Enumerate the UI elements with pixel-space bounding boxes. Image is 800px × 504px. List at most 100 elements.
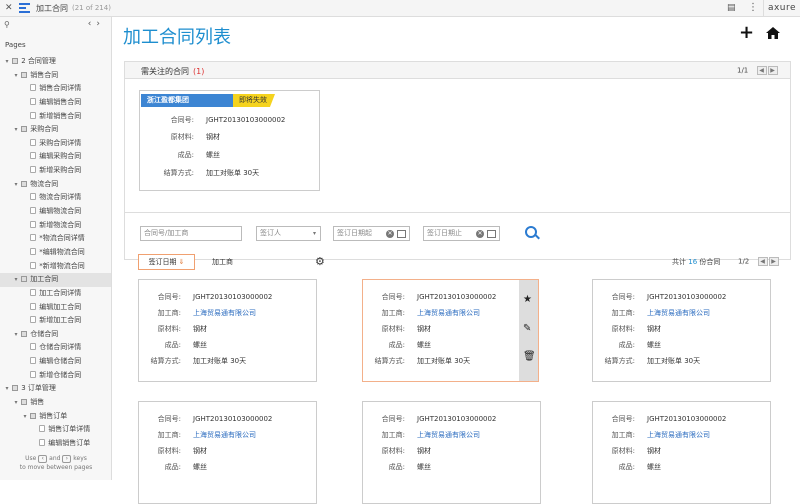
tree-page[interactable]: 新增物流合同 xyxy=(0,219,111,233)
collapse-toggle-icon[interactable]: ▾ xyxy=(4,55,10,69)
top-toolbar: ✕ 加工合同 (21 of 214) ▤ ⋮ axure xyxy=(0,0,800,17)
edit-icon[interactable]: ✎ xyxy=(523,323,531,334)
next-page-button[interactable]: ▶ xyxy=(767,66,778,75)
calendar-icon[interactable] xyxy=(487,230,496,238)
field-label: 成品: xyxy=(618,341,635,349)
collapse-toggle-icon[interactable]: ▾ xyxy=(13,396,19,410)
collapse-toggle-icon[interactable]: ▾ xyxy=(13,328,19,342)
plus-icon[interactable]: + xyxy=(739,22,754,43)
signer-select[interactable]: 签订人 ▾ xyxy=(256,226,321,241)
card-field-row: 加工商: 上海贸易通有限公司 xyxy=(593,308,710,318)
tree-page[interactable]: 编辑物流合同 xyxy=(0,205,111,219)
tree-page[interactable]: 编辑销售合同 xyxy=(0,96,111,110)
collapse-toggle-icon[interactable]: ▾ xyxy=(13,273,19,287)
tree-folder[interactable]: ▾ 3 订单管理 xyxy=(0,382,111,396)
search-icon[interactable]: ⚲ xyxy=(4,20,10,29)
tree-item-label: 销售订单 xyxy=(39,411,68,420)
card-action-bar: ★ ✎ 🗑 xyxy=(519,280,538,381)
tree-page[interactable]: 编辑加工合同 xyxy=(0,301,111,315)
calendar-icon[interactable] xyxy=(397,230,406,238)
star-icon[interactable]: ★ xyxy=(523,294,532,305)
tree-page[interactable]: 新增采购合同 xyxy=(0,164,111,178)
tree-page[interactable]: 销售订单详情 xyxy=(0,423,111,437)
field-value[interactable]: 上海贸易通有限公司 xyxy=(417,431,480,439)
clear-icon[interactable]: ✕ xyxy=(476,230,484,238)
tree-folder[interactable]: ▾ 2 合同管理 xyxy=(0,55,111,69)
close-icon[interactable]: ✕ xyxy=(5,3,13,13)
tree-page[interactable]: 销售合同详情 xyxy=(0,82,111,96)
collapse-toggle-icon[interactable]: ▾ xyxy=(22,410,28,424)
folder-icon xyxy=(30,412,37,419)
tree-page[interactable]: 编辑销售订单 xyxy=(0,437,111,451)
tree-page[interactable]: 编辑采购合同 xyxy=(0,150,111,164)
collapse-toggle-icon[interactable]: ▾ xyxy=(13,178,19,192)
field-value[interactable]: 上海贸易通有限公司 xyxy=(417,309,480,317)
folder-icon xyxy=(21,126,28,133)
home-icon[interactable] xyxy=(765,26,781,40)
contract-card[interactable]: 合同号: JGHT20130103000002 加工商: 上海贸易通有限公司 原材料: 钢… xyxy=(138,401,317,504)
field-label: 合同号: xyxy=(381,415,405,423)
page-icon xyxy=(30,288,37,296)
tree-page[interactable]: *编辑物流合同 xyxy=(0,246,111,260)
field-value[interactable]: 上海贸易通有限公司 xyxy=(647,309,710,317)
contract-card[interactable]: 合同号: JGHT20130103000002 加工商: 上海贸易通有限公司 原材料: 钢… xyxy=(592,279,771,382)
tree-folder[interactable]: ▾ 销售 xyxy=(0,396,111,410)
field-value: 钢材 xyxy=(417,325,431,333)
collapse-toggle-icon[interactable]: ▾ xyxy=(13,69,19,83)
page-icon xyxy=(30,166,37,174)
tree-page[interactable]: 物流合同详情 xyxy=(0,191,111,205)
date-end-field[interactable]: 签订日期止 ✕ xyxy=(423,226,500,241)
gear-icon[interactable]: ⚙ xyxy=(315,255,325,268)
field-value[interactable]: 上海贸易通有限公司 xyxy=(193,431,256,439)
tree-page[interactable]: 新增仓储合同 xyxy=(0,369,111,383)
contract-card[interactable]: 合同号: JGHT20130103000002 加工商: 上海贸易通有限公司 原材料: 钢… xyxy=(362,279,539,382)
field-value[interactable]: 上海贸易通有限公司 xyxy=(647,431,710,439)
contract-search-input[interactable]: 合同号/加工商 xyxy=(140,226,242,241)
clear-icon[interactable]: ✕ xyxy=(386,230,394,238)
tree-folder[interactable]: ▾ 仓储合同 xyxy=(0,328,111,342)
card-field-row: 成品: 螺丝 xyxy=(593,462,661,472)
tree-folder[interactable]: ▾ 物流合同 xyxy=(0,178,111,192)
sort-by-date-button[interactable]: 签订日期 ⇓ xyxy=(138,254,195,270)
menu-icon[interactable] xyxy=(19,3,30,13)
tree-page[interactable]: 新增销售合同 xyxy=(0,110,111,124)
tree-folder[interactable]: ▾ 加工合同 xyxy=(0,273,111,287)
attention-contract-card[interactable]: 浙江盈都集团 即将失效 合同号: JGHT20130103000002 原材料: 钢材… xyxy=(139,90,320,191)
card-field-row: 合同号: JGHT20130103000002 xyxy=(363,414,497,424)
tree-folder[interactable]: ▾ 销售订单 xyxy=(0,410,111,424)
search-icon[interactable] xyxy=(525,226,537,238)
tree-page[interactable]: 编辑仓储合同 xyxy=(0,355,111,369)
field-value: 螺丝 xyxy=(417,463,431,471)
page-icon xyxy=(30,152,37,160)
prev-page-button[interactable]: ◀ xyxy=(757,257,768,266)
tree-page[interactable]: 采购合同详情 xyxy=(0,137,111,151)
contract-card[interactable]: 合同号: JGHT20130103000002 加工商: 上海贸易通有限公司 原材料: 钢… xyxy=(362,401,541,504)
tree-folder[interactable]: ▾ 采购合同 xyxy=(0,123,111,137)
trash-icon[interactable]: 🗑 xyxy=(523,351,536,362)
more-icon[interactable]: ⋮ xyxy=(748,2,758,13)
tree-folder[interactable]: ▾ 销售合同 xyxy=(0,69,111,83)
card-field-row: 加工商: 上海贸易通有限公司 xyxy=(139,430,256,440)
page-icon xyxy=(30,316,37,324)
collapse-toggle-icon[interactable]: ▾ xyxy=(4,382,10,396)
tree-item-label: 编辑销售合同 xyxy=(39,97,82,106)
tree-page[interactable]: 加工合同详情 xyxy=(0,287,111,301)
prev-page-button[interactable]: ◀ xyxy=(756,66,767,75)
card-field-row: 结算方式: 加工对账单 30天 xyxy=(363,356,471,366)
chevron-right-icon[interactable]: › xyxy=(96,19,105,29)
card-field-row: 结算方式: 加工对账单 30天 xyxy=(146,168,260,178)
contract-card[interactable]: 合同号: JGHT20130103000002 加工商: 上海贸易通有限公司 原材料: 钢… xyxy=(138,279,317,382)
collapse-toggle-icon[interactable]: ▾ xyxy=(13,123,19,137)
tree-page[interactable]: 仓储合同详情 xyxy=(0,341,111,355)
tree-page[interactable]: *新增物流合同 xyxy=(0,260,111,274)
field-label: 合同号: xyxy=(381,293,405,301)
tree-page[interactable]: 新增加工合同 xyxy=(0,314,111,328)
contract-card[interactable]: 合同号: JGHT20130103000002 加工商: 上海贸易通有限公司 原材料: 钢… xyxy=(592,401,771,504)
field-value[interactable]: 上海贸易通有限公司 xyxy=(193,309,256,317)
date-start-field[interactable]: 签订日期起 ✕ xyxy=(333,226,410,241)
sort-by-vendor-button[interactable]: 加工商 xyxy=(212,257,233,267)
document-icon[interactable]: ▤ xyxy=(727,3,736,13)
page-icon xyxy=(39,438,46,446)
tree-page[interactable]: *物流合同详情 xyxy=(0,232,111,246)
next-page-button[interactable]: ▶ xyxy=(768,257,779,266)
